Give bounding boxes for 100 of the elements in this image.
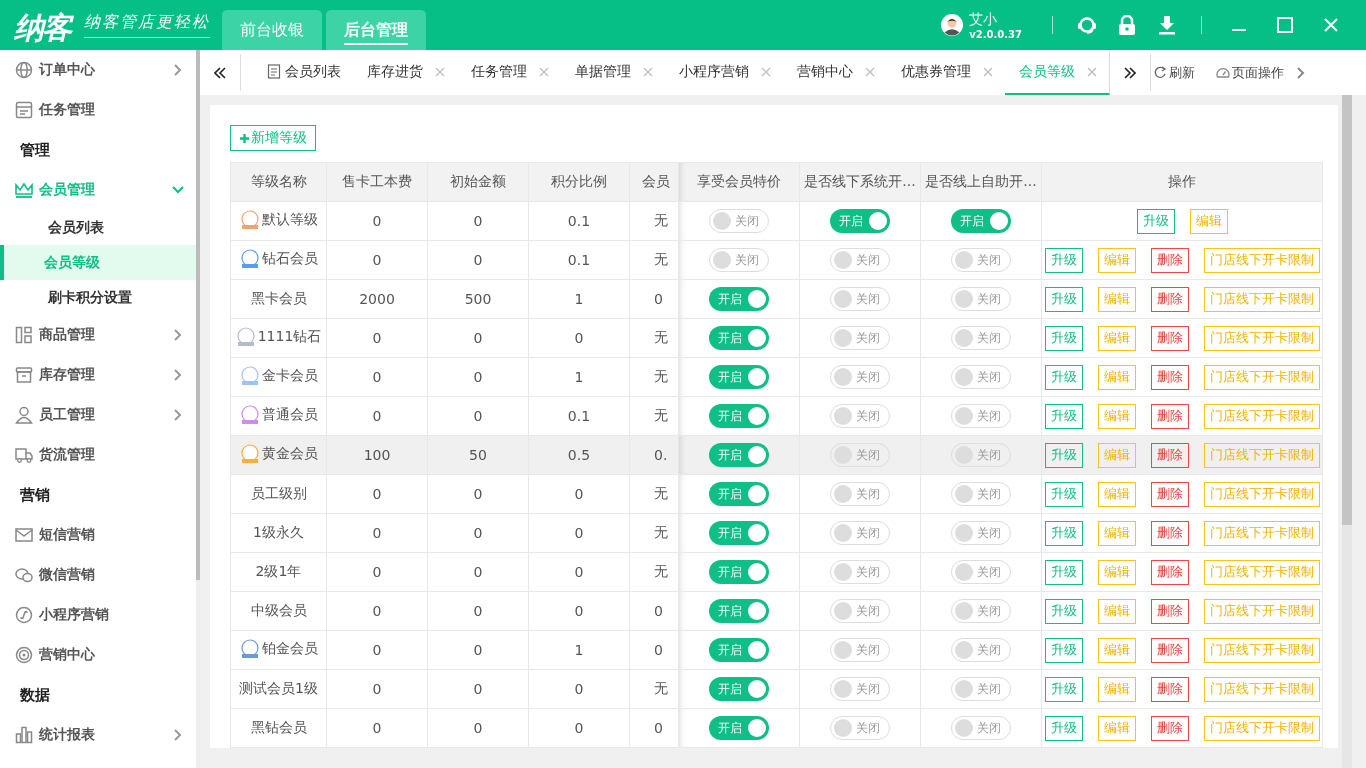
upgrade-button[interactable]: 升级 [1044,520,1083,546]
menu-item[interactable]: 订单中心 [0,50,196,90]
menu-item[interactable]: 商品管理 [0,315,196,355]
upgrade-button[interactable]: 升级 [1044,481,1083,507]
delete-button[interactable]: 删除 [1150,325,1189,351]
submenu-item[interactable]: 刷卡积分设置 [0,280,196,315]
store-limit-button[interactable]: 门店线下开卡限制 [1203,364,1320,390]
page-tab[interactable]: 任务管理 [457,50,561,95]
menu-item[interactable]: 员工管理 [0,395,196,435]
delete-button[interactable]: 删除 [1150,442,1189,468]
upgrade-button[interactable]: 升级 [1044,442,1083,468]
upgrade-button[interactable]: 升级 [1044,598,1083,624]
download-icon[interactable] [1157,15,1177,35]
close-icon[interactable] [539,66,549,77]
close-icon[interactable] [865,66,875,77]
toggle-switch[interactable]: 开启 [709,404,769,428]
upgrade-button[interactable]: 升级 [1044,247,1083,273]
lock-icon[interactable] [1117,15,1137,35]
edit-button[interactable]: 编辑 [1097,364,1136,390]
store-limit-button[interactable]: 门店线下开卡限制 [1203,520,1320,546]
upgrade-button[interactable]: 升级 [1044,637,1083,663]
close-icon[interactable] [1087,66,1097,77]
refresh-button[interactable]: 刷新 [1151,50,1205,95]
delete-button[interactable]: 删除 [1150,676,1189,702]
page-tab[interactable]: 库存进货 [353,50,457,95]
close-icon[interactable] [435,66,445,77]
toggle-switch[interactable]: 开启 [709,482,769,506]
toggle-switch[interactable]: 开启 [709,716,769,740]
toggle-switch[interactable]: 开启 [709,287,769,311]
store-limit-button[interactable]: 门店线下开卡限制 [1203,715,1320,741]
page-tab[interactable]: 会员列表 [253,50,353,95]
edit-button[interactable]: 编辑 [1097,559,1136,585]
toggle-switch[interactable]: 开启 [709,599,769,623]
store-limit-button[interactable]: 门店线下开卡限制 [1203,247,1320,273]
maximize-icon[interactable] [1276,16,1294,34]
add-level-button[interactable]: 新增等级 [230,125,316,151]
menu-item[interactable]: 任务管理 [0,90,196,130]
close-icon[interactable] [983,66,993,77]
toggle-switch[interactable]: 开启 [709,638,769,662]
menu-item[interactable]: 短信营销 [0,515,196,555]
delete-button[interactable]: 删除 [1150,247,1189,273]
scrollbar-thumb[interactable] [1342,95,1352,525]
edit-button[interactable]: 编辑 [1189,208,1228,234]
submenu-item[interactable]: 会员列表 [0,210,196,245]
upgrade-button[interactable]: 升级 [1044,403,1083,429]
delete-button[interactable]: 删除 [1150,559,1189,585]
store-limit-button[interactable]: 门店线下开卡限制 [1203,676,1320,702]
menu-item[interactable]: 营销中心 [0,635,196,675]
store-limit-button[interactable]: 门店线下开卡限制 [1203,442,1320,468]
menu-item[interactable]: 统计报表 [0,715,196,755]
store-limit-button[interactable]: 门店线下开卡限制 [1203,403,1320,429]
menu-item[interactable]: 小程序营销 [0,595,196,635]
menu-item[interactable]: 库存管理 [0,355,196,395]
delete-button[interactable]: 删除 [1150,637,1189,663]
toggle-switch[interactable]: 开启 [709,326,769,350]
upgrade-button[interactable]: 升级 [1044,715,1083,741]
page-tab[interactable]: 营销中心 [783,50,887,95]
store-limit-button[interactable]: 门店线下开卡限制 [1203,481,1320,507]
edit-button[interactable]: 编辑 [1097,676,1136,702]
store-limit-button[interactable]: 门店线下开卡限制 [1203,598,1320,624]
edit-button[interactable]: 编辑 [1097,715,1136,741]
edit-button[interactable]: 编辑 [1097,637,1136,663]
submenu-item[interactable]: 会员等级 [0,245,196,280]
page-tab[interactable]: 小程序营销 [665,50,783,95]
edit-button[interactable]: 编辑 [1097,325,1136,351]
upgrade-button[interactable]: 升级 [1044,325,1083,351]
edit-button[interactable]: 编辑 [1097,481,1136,507]
delete-button[interactable]: 删除 [1150,286,1189,312]
toggle-switch[interactable]: 开启 [709,443,769,467]
nav-tab[interactable]: 后台管理 [326,10,426,50]
upgrade-button[interactable]: 升级 [1044,286,1083,312]
upgrade-button[interactable]: 升级 [1044,364,1083,390]
edit-button[interactable]: 编辑 [1097,286,1136,312]
toggle-switch[interactable]: 开启 [709,560,769,584]
delete-button[interactable]: 删除 [1150,715,1189,741]
toggle-switch[interactable]: 开启 [709,677,769,701]
nav-tab[interactable]: 前台收银 [222,10,322,50]
edit-button[interactable]: 编辑 [1097,598,1136,624]
menu-item[interactable]: 货流管理 [0,435,196,475]
toggle-switch[interactable]: 开启 [830,209,890,233]
close-icon[interactable] [761,66,771,77]
toggle-switch[interactable]: 开启 [709,521,769,545]
close-icon[interactable] [643,66,653,77]
toggle-switch[interactable]: 开启 [709,365,769,389]
delete-button[interactable]: 删除 [1150,364,1189,390]
edit-button[interactable]: 编辑 [1097,403,1136,429]
edit-button[interactable]: 编辑 [1097,520,1136,546]
upgrade-button[interactable]: 升级 [1136,208,1175,234]
delete-button[interactable]: 删除 [1150,520,1189,546]
delete-button[interactable]: 删除 [1150,481,1189,507]
store-limit-button[interactable]: 门店线下开卡限制 [1203,325,1320,351]
menu-item[interactable]: 微信营销 [0,555,196,595]
edit-button[interactable]: 编辑 [1097,442,1136,468]
chevron-right-icon[interactable] [1296,66,1305,79]
close-icon[interactable] [1322,16,1340,34]
edit-button[interactable]: 编辑 [1097,247,1136,273]
store-limit-button[interactable]: 门店线下开卡限制 [1203,637,1320,663]
store-limit-button[interactable]: 门店线下开卡限制 [1203,286,1320,312]
page-tab[interactable]: 优惠券管理 [887,50,1005,95]
page-tab[interactable]: 会员等级 [1005,50,1110,95]
